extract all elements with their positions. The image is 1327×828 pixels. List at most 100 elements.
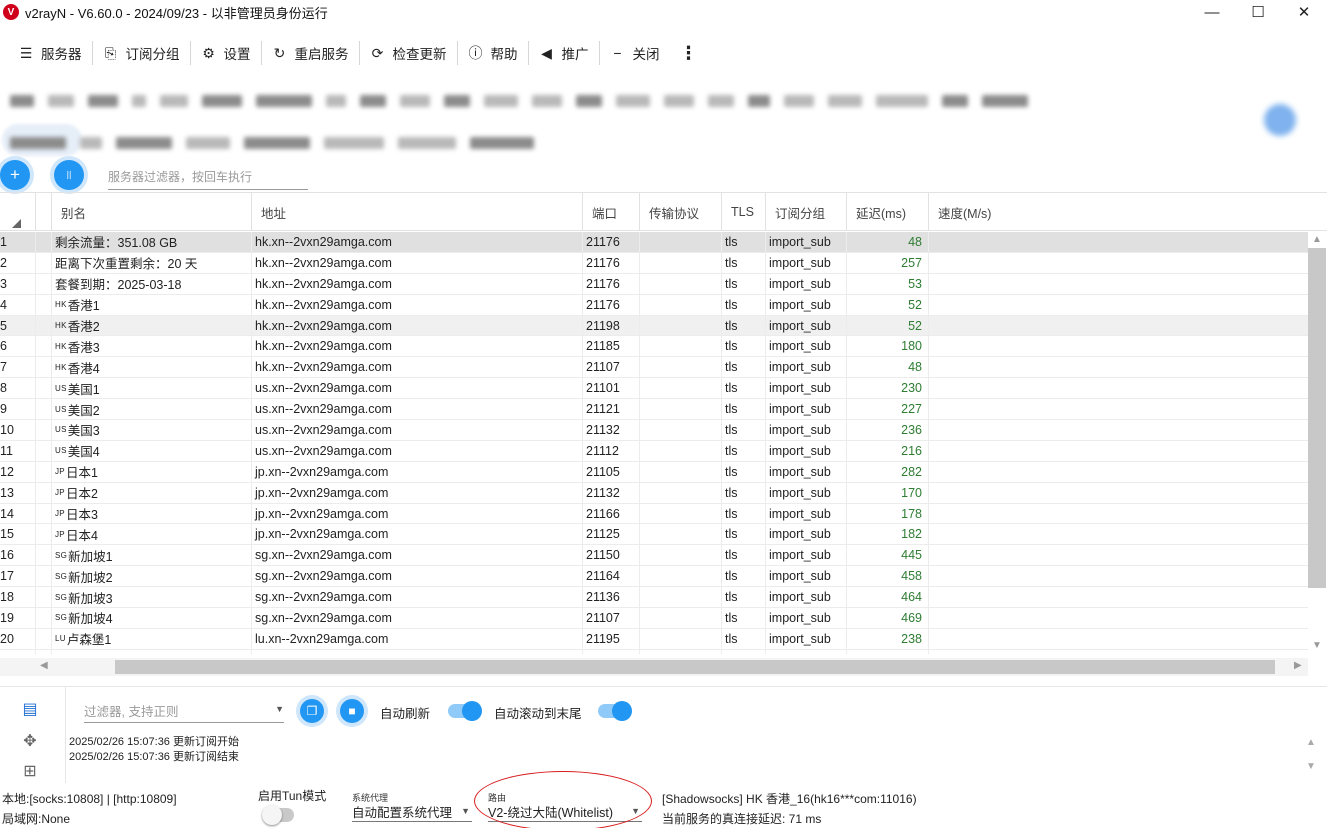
scroll-right-icon[interactable]: ▶ <box>1294 660 1302 671</box>
table-row[interactable]: 14 JP 日本3 jp.xn--2vxn29amga.com 21166 tls impo… <box>0 503 1308 525</box>
auto-scroll-label: 自动滚动到末尾 <box>494 707 582 721</box>
help-button[interactable]: ⓘ 帮助 <box>458 36 528 70</box>
cell-transport <box>640 273 722 294</box>
table-horizontal-scrollbar[interactable]: ◀ ▶ <box>0 658 1308 676</box>
table-row[interactable]: 1 剩余流量：351.08 GB hk.xn--2vxn29amga.com 2117… <box>0 232 1308 253</box>
servers-button[interactable]: ☰ 服务器 <box>8 36 92 70</box>
table-row[interactable]: 12 JP 日本1 jp.xn--2vxn29amga.com 21105 tls impo… <box>0 461 1308 483</box>
window-controls: — ☐ ✕ <box>1189 0 1327 24</box>
clear-log-button[interactable]: ■ <box>340 699 364 723</box>
restart-service-button[interactable]: ↻ 重启服务 <box>262 36 359 70</box>
log-side-nav: ▤ ✥ ⊞ <box>0 687 66 783</box>
split-view-button[interactable]: ⧘⧙ <box>54 160 84 190</box>
table-row[interactable]: 21 LU卢森堡2lu.xn--2vxn29amga.com21127 tlsimp… <box>0 649 1308 654</box>
settings-button[interactable]: ⚙ 设置 <box>191 36 261 70</box>
cell-sub-group: import_sub <box>766 503 847 524</box>
column-header-delay[interactable]: 延迟(ms) <box>847 193 929 231</box>
auto-refresh-toggle[interactable] <box>448 701 482 721</box>
table-row[interactable]: 8 US 美国1 us.xn--2vxn29amga.com 21101 tls impor… <box>0 378 1308 400</box>
table-row[interactable]: 19 SG 新加坡4 sg.xn--2vxn29amga.com 21107 tls imp… <box>0 608 1308 629</box>
column-header-transport[interactable]: 传输协议 <box>640 193 722 231</box>
table-row[interactable]: 15 JP 日本4 jp.xn--2vxn29amga.com 21125 tls impo… <box>0 524 1308 546</box>
promote-button[interactable]: ◀ 推广 <box>529 36 599 70</box>
check-update-button[interactable]: ⟳ 检查更新 <box>360 36 457 70</box>
move-arrows-icon[interactable]: ✥ <box>18 729 42 753</box>
hierarchy-icon[interactable]: ⊞ <box>18 759 42 783</box>
cell-tls: tls <box>722 420 766 440</box>
horizontal-scroll-thumb[interactable] <box>115 660 1275 674</box>
table-row[interactable]: 11 US 美国4 us.xn--2vxn29amga.com 21112 tls impo… <box>0 440 1308 462</box>
select-all-corner[interactable] <box>0 193 36 231</box>
table-row[interactable]: 13 JP 日本2 jp.xn--2vxn29amga.com 21132 tls impo… <box>0 482 1308 504</box>
table-row[interactable]: 7 HK 香港4 hk.xn--2vxn29amga.com 21107 tls impor… <box>0 357 1308 379</box>
table-row[interactable]: 20 LU 卢森堡1 lu.xn--2vxn29amga.com 21195 tls imp… <box>0 628 1308 650</box>
cell-tls: tls <box>722 252 766 273</box>
column-header-speed[interactable]: 速度(M/s) <box>929 193 1299 231</box>
country-code-badge: LU <box>55 634 66 644</box>
log-scroll-up-icon[interactable]: ▲ <box>1306 737 1316 748</box>
blurred-action-button[interactable] <box>1264 104 1296 136</box>
cell-speed <box>929 357 1289 377</box>
cell-speed <box>929 566 1289 586</box>
cell-address: jp.xn--2vxn29amga.com <box>252 524 583 545</box>
indicator-column <box>36 193 52 231</box>
country-code-badge: HK <box>55 321 67 330</box>
minimize-button[interactable]: — <box>1189 0 1235 24</box>
column-header-port[interactable]: 端口 <box>583 193 640 231</box>
table-row[interactable]: 9 US 美国2 us.xn--2vxn29amga.com 21121 tls impor… <box>0 399 1308 421</box>
scroll-down-icon[interactable]: ▼ <box>1312 640 1322 651</box>
column-header-alias[interactable]: 别名 <box>52 193 252 231</box>
cell-tls: tls <box>722 524 766 545</box>
table-row[interactable]: 18 SG 新加坡3 sg.xn--2vxn29amga.com 21136 tls imp… <box>0 587 1308 609</box>
table-body: 1 剩余流量：351.08 GB hk.xn--2vxn29amga.com 2117… <box>0 232 1308 654</box>
table-row[interactable]: 10 US 美国3 us.xn--2vxn29amga.com 21132 tls impo… <box>0 420 1308 441</box>
current-server-info: [Shadowsocks] HK 香港_16(hk16***com:11016) <box>662 792 917 806</box>
column-header-sub-group[interactable]: 订阅分组 <box>766 193 847 231</box>
alias-text: 香港4 <box>67 361 100 376</box>
close-app-button[interactable]: − 关闭 <box>600 36 670 70</box>
table-row[interactable]: 16 SG 新加坡1 sg.xn--2vxn29amga.com 21150 tls imp… <box>0 545 1308 567</box>
cell-alias: JP 日本3 <box>52 503 252 524</box>
column-header-tls[interactable]: TLS <box>722 193 766 231</box>
message-icon[interactable]: ▤ <box>18 697 42 721</box>
alias-text: 卢森堡1 <box>66 633 112 648</box>
table-row[interactable]: 17 SG 新加坡2 sg.xn--2vxn29amga.com 21164 tls imp… <box>0 566 1308 588</box>
add-server-button[interactable]: + <box>0 160 30 190</box>
row-index: 1 <box>0 232 36 252</box>
maximize-button[interactable]: ☐ <box>1235 0 1281 24</box>
tun-mode-toggle[interactable] <box>262 805 294 825</box>
cell-tls: tls <box>722 482 766 503</box>
close-window-button[interactable]: ✕ <box>1281 0 1327 24</box>
log-filter-input[interactable]: 过滤器, 支持正则 ▼ <box>84 701 284 723</box>
cell-sub-group: import_sub <box>766 336 847 357</box>
cell-alias: SG 新加坡3 <box>52 587 252 608</box>
cell-speed <box>929 524 1289 544</box>
alias-text: 香港3 <box>67 340 100 355</box>
more-menu-button[interactable]: ⋮ <box>670 43 708 64</box>
scroll-left-icon[interactable]: ◀ <box>40 660 48 671</box>
row-indicator <box>36 252 52 273</box>
vertical-scroll-thumb[interactable] <box>1308 248 1326 588</box>
table-row[interactable]: 6 HK 香港3 hk.xn--2vxn29amga.com 21185 tls impor… <box>0 336 1308 358</box>
table-row[interactable]: 2 距离下次重置剩余：20 天 hk.xn--2vxn29amga.com 21176… <box>0 252 1308 274</box>
scroll-up-icon[interactable]: ▲ <box>1312 234 1322 245</box>
table-row[interactable]: 3 套餐到期：2025-03-18 hk.xn--2vxn29amga.com 211… <box>0 273 1308 295</box>
cell-sub-group: import_sub <box>766 566 847 587</box>
sub-group-button[interactable]: ⎘ 订阅分组 <box>93 36 190 70</box>
cell-alias: HK 香港1 <box>52 294 252 315</box>
row-index: 21 <box>0 649 36 654</box>
auto-scroll-toggle[interactable] <box>598 701 632 721</box>
table-vertical-scrollbar[interactable]: ▲ ▼ <box>1308 232 1326 654</box>
chevron-down-icon[interactable]: ▼ <box>275 704 284 714</box>
server-filter-input[interactable]: 服务器过滤器，按回车执行 <box>108 164 308 190</box>
row-index: 9 <box>0 399 36 420</box>
log-scroll-down-icon[interactable]: ▼ <box>1306 761 1316 772</box>
column-header-address[interactable]: 地址 <box>252 193 583 231</box>
table-row[interactable]: 4 HK 香港1 hk.xn--2vxn29amga.com 21176 tls impor… <box>0 294 1308 316</box>
system-proxy-select[interactable]: 自动配置系统代理 ▼ <box>352 802 472 822</box>
cell-transport <box>640 378 722 399</box>
cell-port: 21125 <box>583 524 640 545</box>
table-row[interactable]: 5 HK 香港2 hk.xn--2vxn29amga.com 21198 tls impor… <box>0 315 1308 337</box>
cell-alias: LU 卢森堡1 <box>52 628 252 649</box>
copy-log-button[interactable]: ❐ <box>300 699 324 723</box>
